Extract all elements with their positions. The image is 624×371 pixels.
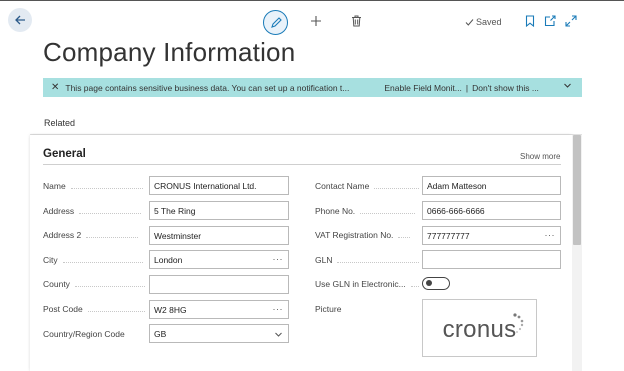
action-bar: Saved: [0, 0, 624, 40]
vat-lookup-button[interactable]: ···: [545, 230, 556, 240]
city-label: City: [43, 255, 143, 265]
post-code-lookup-button[interactable]: ···: [273, 304, 284, 314]
contact-name-field[interactable]: Adam Matteson: [422, 176, 561, 195]
address-field[interactable]: 5 The Ring: [149, 201, 289, 220]
page-title: Company Information: [43, 37, 296, 67]
plus-icon: [311, 16, 321, 26]
back-button[interactable]: [8, 8, 32, 32]
dont-show-again-link[interactable]: Don't show this ...: [472, 83, 539, 93]
vat-registration-no-label: VAT Registration No.: [315, 230, 411, 240]
pencil-icon: [270, 16, 282, 28]
logo-dots-icon: [513, 313, 524, 333]
close-icon[interactable]: ✕: [51, 82, 59, 93]
bookmark-icon: [525, 15, 535, 27]
use-gln-label: Use GLN in Electronic...: [315, 279, 419, 289]
banner-separator: |: [465, 82, 469, 93]
chevron-down-icon[interactable]: [563, 81, 572, 92]
city-lookup-button[interactable]: ···: [273, 254, 284, 264]
section-title-general[interactable]: General: [43, 148, 86, 160]
post-code-value: W2 8HG: [154, 305, 187, 315]
trash-icon: [351, 15, 361, 27]
phone-no-label: Phone No.: [315, 206, 416, 216]
country-region-code-select[interactable]: GB: [149, 324, 289, 343]
phone-no-field[interactable]: 0666-666-6666: [422, 201, 561, 220]
scrollbar-thumb[interactable]: [573, 135, 581, 245]
cronus-logo: cronus: [443, 313, 524, 344]
post-code-field[interactable]: W2 8HG ···: [149, 300, 289, 319]
chevron-down-icon[interactable]: [274, 330, 283, 341]
country-region-code-label: Country/Region Code: [43, 329, 125, 339]
company-picture[interactable]: cronus: [422, 299, 537, 357]
address-2-field[interactable]: Westminster: [149, 226, 289, 245]
address-label: Address: [43, 206, 142, 216]
name-field[interactable]: CRONUS International Ltd.: [149, 176, 289, 195]
name-label: Name: [43, 181, 143, 191]
county-field[interactable]: [149, 275, 289, 294]
open-in-new-window-icon: [544, 15, 556, 27]
use-gln-toggle[interactable]: [422, 277, 450, 290]
post-code-label: Post Code: [43, 304, 145, 314]
toggle-knob: [426, 280, 432, 286]
gln-label: GLN: [315, 255, 420, 265]
country-region-code-value: GB: [154, 329, 167, 339]
edit-button[interactable]: [263, 10, 288, 35]
bookmark-button[interactable]: [523, 14, 537, 28]
open-new-window-button[interactable]: [543, 14, 557, 28]
county-label: County: [43, 279, 145, 289]
new-button[interactable]: [309, 14, 323, 28]
section-divider: [43, 164, 561, 165]
picture-label: Picture: [315, 304, 342, 314]
notification-banner: ✕ This page contains sensitive business …: [43, 78, 582, 97]
show-more-link[interactable]: Show more: [520, 152, 560, 161]
delete-button[interactable]: [349, 14, 363, 28]
related-menu[interactable]: Related: [44, 118, 75, 128]
check-icon: [465, 18, 474, 26]
saved-label: Saved: [476, 17, 502, 27]
gln-field[interactable]: [422, 250, 561, 269]
city-field[interactable]: London ···: [149, 250, 289, 269]
arrow-left-icon: [15, 15, 25, 25]
vat-registration-no-field[interactable]: 777777777 ···: [422, 226, 561, 245]
vat-registration-no-value: 777777777: [427, 231, 470, 241]
address-2-label: Address 2: [43, 230, 139, 240]
banner-message: This page contains sensitive business da…: [65, 82, 350, 93]
expand-icon: [565, 15, 577, 27]
saved-status: Saved: [465, 17, 502, 27]
enable-field-monitoring-link[interactable]: Enable Field Monit...: [384, 83, 461, 93]
city-value: London: [154, 255, 183, 265]
expand-button[interactable]: [564, 14, 578, 28]
contact-name-label: Contact Name: [315, 181, 420, 191]
